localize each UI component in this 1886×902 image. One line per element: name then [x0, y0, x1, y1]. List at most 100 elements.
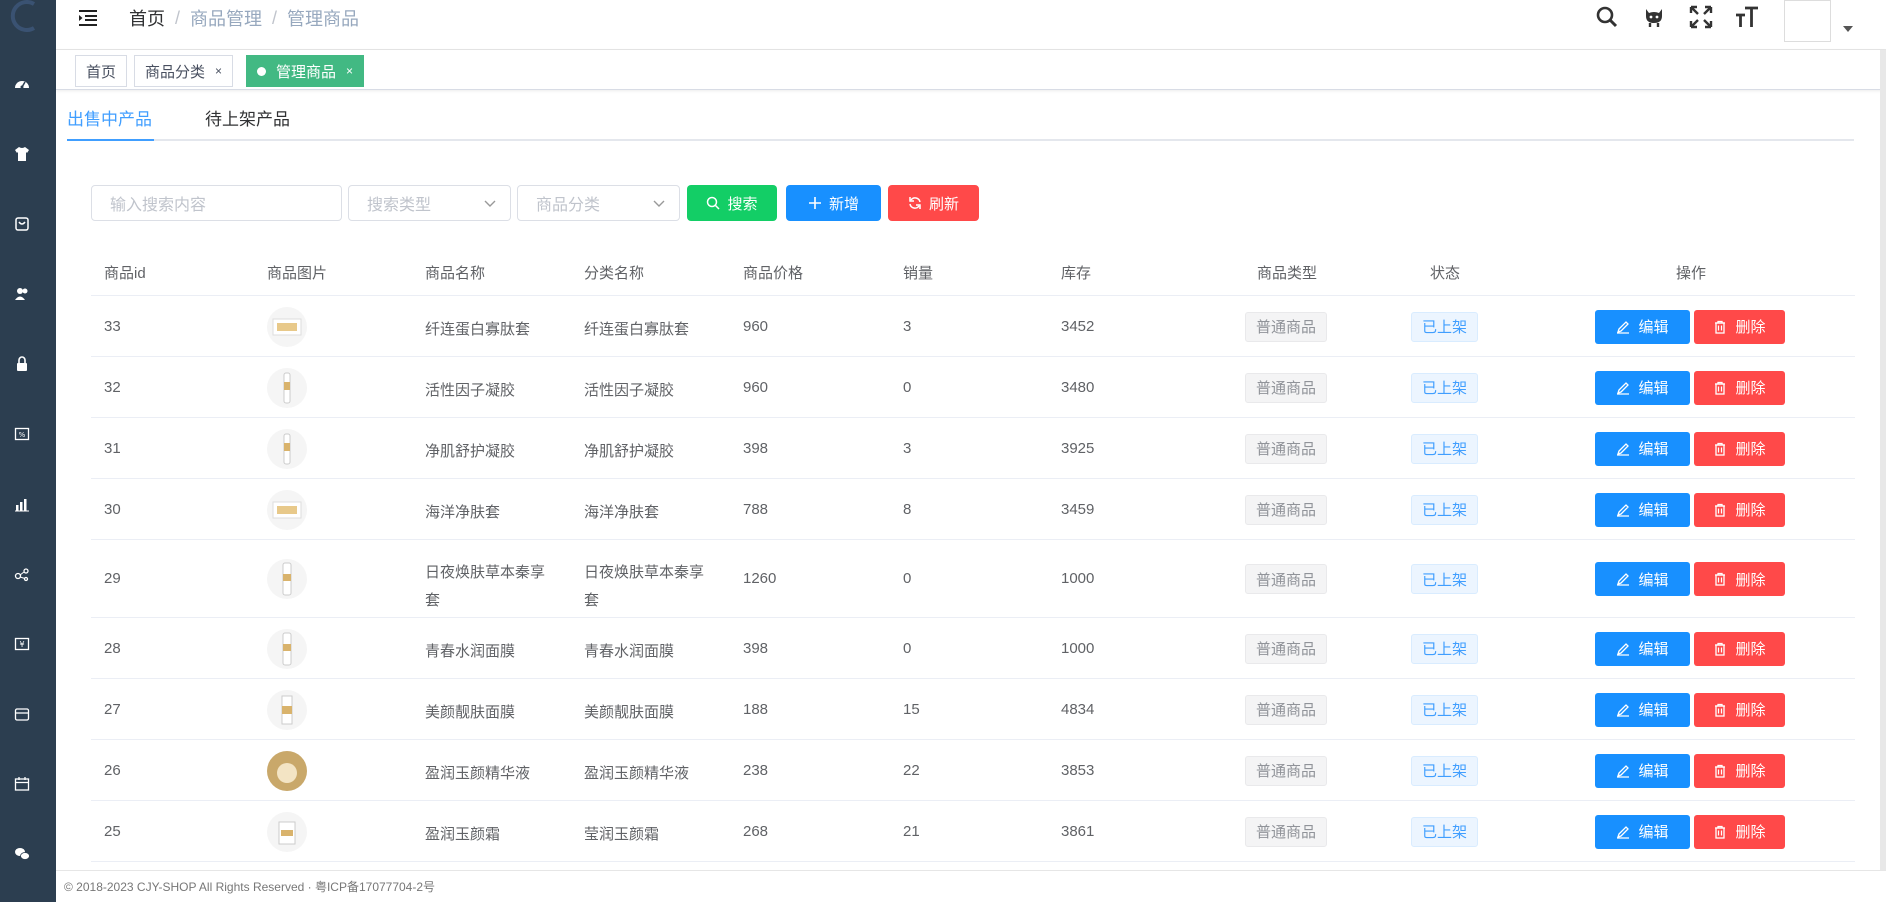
edit-button[interactable]: 编辑 [1595, 753, 1690, 788]
store-icon[interactable] [14, 706, 30, 722]
calendar-icon[interactable] [14, 776, 30, 792]
product-thumbnail[interactable] [267, 489, 307, 530]
cell-category: 盈润玉颜精华液 [584, 764, 690, 782]
coupon-icon[interactable]: % [14, 426, 30, 442]
header-stock: 库存 [1061, 265, 1092, 282]
status-badge: 已上架 [1411, 494, 1478, 525]
search-button[interactable]: 搜索 [687, 185, 777, 221]
product-thumbnail[interactable] [267, 367, 307, 408]
close-icon[interactable]: × [346, 64, 353, 78]
delete-label: 删除 [1735, 571, 1766, 589]
cell-name: 青春水润面膜 [425, 642, 516, 660]
search-icon[interactable] [1594, 4, 1620, 30]
edit-button[interactable]: 编辑 [1595, 431, 1690, 466]
edit-button[interactable]: 编辑 [1595, 562, 1690, 596]
dashboard-icon[interactable] [14, 76, 30, 92]
delete-button[interactable]: 删除 [1694, 753, 1785, 788]
cell-stock: 3853 [1061, 761, 1095, 779]
edit-button[interactable]: 编辑 [1595, 492, 1690, 527]
edit-button[interactable]: 编辑 [1595, 370, 1690, 405]
edit-icon [1617, 642, 1630, 656]
cell-sales: 8 [903, 500, 912, 518]
edit-button[interactable]: 编辑 [1595, 309, 1690, 344]
product-type-tag: 普通商品 [1245, 816, 1327, 847]
finance-icon[interactable]: ¥ [14, 636, 30, 652]
edit-label: 编辑 [1638, 763, 1669, 780]
status-badge: 已上架 [1411, 694, 1478, 725]
delete-label: 删除 [1735, 763, 1766, 780]
shirt-icon[interactable] [14, 146, 30, 162]
product-thumbnail[interactable] [267, 628, 307, 669]
github-icon[interactable] [1641, 4, 1667, 30]
header-name: 商品名称 [425, 265, 486, 282]
search-input[interactable]: 输入搜索内容 [91, 185, 342, 221]
product-type-tag: 普通商品 [1245, 633, 1327, 664]
cell-price: 1260 [743, 570, 777, 587]
refresh-button[interactable]: 刷新 [888, 185, 979, 221]
edit-label: 编辑 [1638, 441, 1669, 458]
product-thumbnail[interactable] [267, 689, 307, 730]
close-icon[interactable]: × [215, 64, 222, 78]
edit-button[interactable]: 编辑 [1595, 814, 1690, 849]
edit-icon [1617, 825, 1630, 839]
users-icon[interactable] [14, 286, 30, 302]
delete-button[interactable]: 删除 [1694, 492, 1785, 527]
product-thumbnail[interactable] [267, 750, 307, 791]
cart-icon[interactable] [14, 216, 30, 232]
category-select[interactable]: 商品分类 [517, 185, 680, 221]
search-type-select[interactable]: 搜索类型 [348, 185, 511, 221]
product-thumbnail[interactable] [267, 811, 307, 852]
delete-label: 删除 [1735, 641, 1766, 658]
delete-button[interactable]: 删除 [1694, 309, 1785, 344]
delete-button[interactable]: 删除 [1694, 814, 1785, 849]
delete-icon [1715, 442, 1726, 456]
cell-price: 398 [743, 639, 769, 657]
add-button[interactable]: 新增 [786, 185, 881, 221]
delete-button[interactable]: 删除 [1694, 370, 1785, 405]
search-placeholder: 输入搜索内容 [110, 197, 207, 214]
tab-selling[interactable]: 出售中产品 [67, 105, 152, 130]
edit-icon [1617, 381, 1630, 395]
tag-label: 首页 [86, 63, 117, 81]
chart-icon[interactable] [14, 496, 30, 512]
breadcrumb-home[interactable]: 首页 [129, 5, 165, 31]
cell-stock: 3459 [1061, 500, 1095, 518]
delete-button[interactable]: 删除 [1694, 692, 1785, 727]
edit-label: 编辑 [1638, 319, 1669, 336]
cell-category: 海洋净肤套 [584, 503, 660, 521]
edit-button[interactable]: 编辑 [1595, 631, 1690, 666]
tag-manage-goods[interactable]: 管理商品 × [246, 55, 365, 87]
wechat-icon[interactable] [14, 846, 30, 862]
avatar[interactable] [1784, 0, 1831, 42]
delete-label: 删除 [1735, 380, 1766, 397]
scrollbar[interactable] [1880, 50, 1886, 870]
product-thumbnail[interactable] [267, 306, 307, 347]
delete-icon [1715, 572, 1726, 586]
cell-category: 青春水润面膜 [584, 642, 675, 660]
tab-pending[interactable]: 待上架产品 [205, 105, 290, 130]
hamburger-icon[interactable] [76, 6, 100, 30]
cell-sales: 0 [903, 639, 912, 657]
delete-label: 删除 [1735, 441, 1766, 458]
font-size-icon[interactable] [1734, 4, 1760, 30]
edit-button[interactable]: 编辑 [1595, 692, 1690, 727]
edit-icon [1617, 573, 1630, 586]
product-thumbnail[interactable] [267, 559, 307, 599]
tag-home[interactable]: 首页 [75, 55, 128, 87]
share-icon[interactable] [14, 566, 30, 582]
plus-icon [808, 197, 821, 209]
breadcrumb: 首页 / 商品管理 / 管理商品 [129, 5, 359, 31]
tag-goods-category[interactable]: 商品分类 × [134, 55, 234, 87]
delete-icon [1715, 642, 1726, 656]
edit-icon [1617, 503, 1630, 517]
delete-button[interactable]: 删除 [1694, 631, 1785, 666]
cell-category: 活性因子凝胶 [584, 381, 675, 399]
delete-button[interactable]: 删除 [1694, 431, 1785, 466]
lock-icon[interactable] [14, 356, 30, 372]
fullscreen-icon[interactable] [1688, 4, 1714, 30]
product-thumbnail[interactable] [267, 428, 307, 469]
product-type-tag: 普通商品 [1245, 564, 1327, 594]
delete-button[interactable]: 删除 [1694, 562, 1785, 596]
cell-stock: 3861 [1061, 822, 1095, 840]
caret-down-icon[interactable] [1843, 26, 1853, 32]
